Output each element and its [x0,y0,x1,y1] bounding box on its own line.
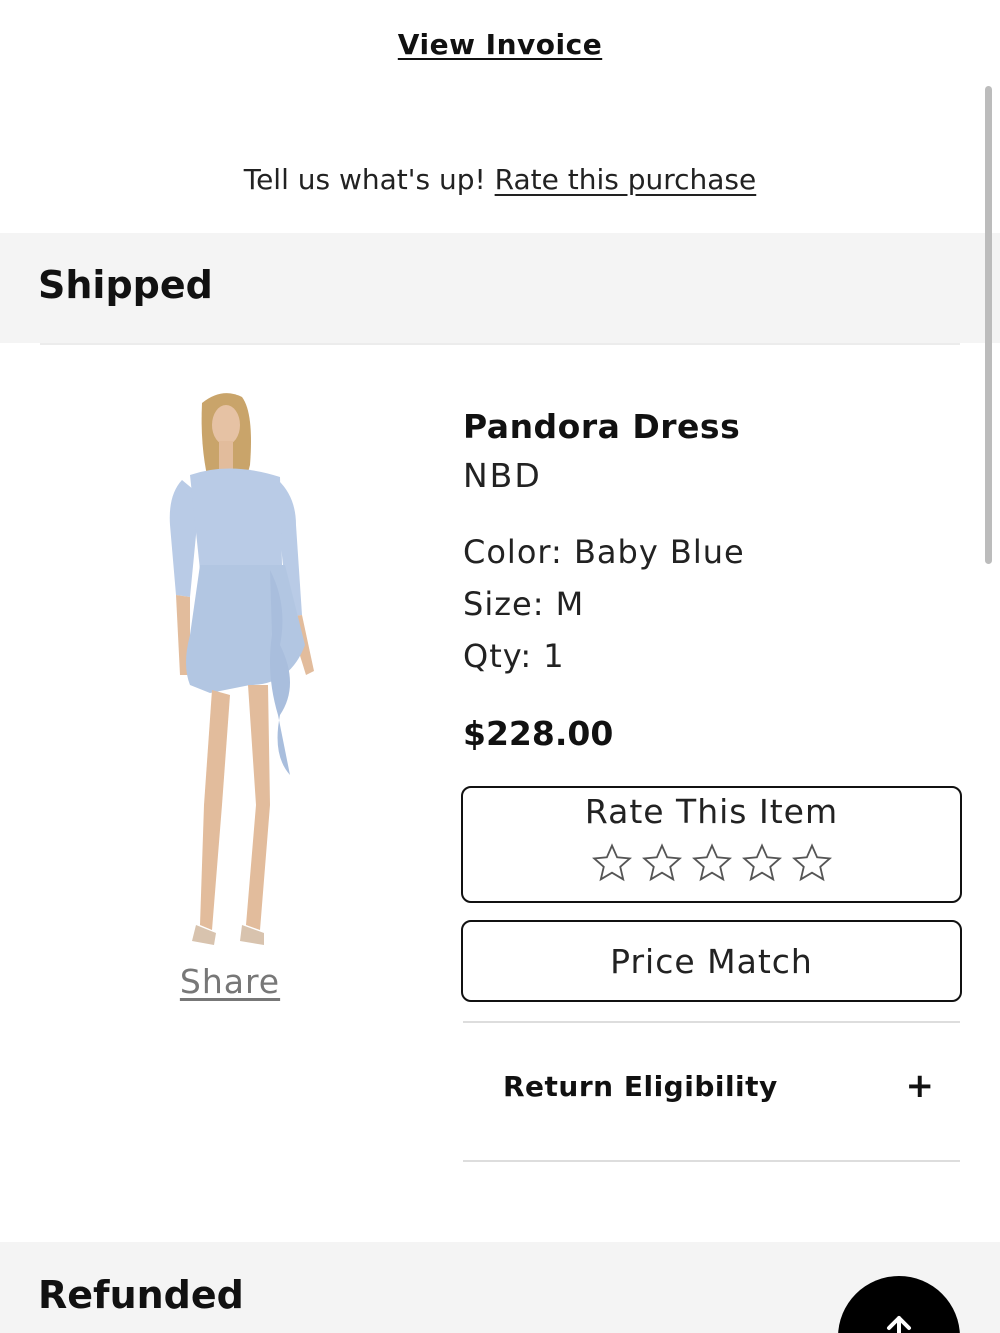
rate-purchase-link[interactable]: Rate this purchase [495,163,757,196]
rate-item-label: Rate This Item [584,792,839,831]
rate-item-box: Rate This Item [461,786,962,903]
scrollbar[interactable] [985,86,992,564]
return-eligibility-toggle[interactable]: Return Eligibility + [463,1060,960,1130]
divider [40,343,960,345]
star-icon[interactable] [639,841,685,885]
star-rating [463,841,960,885]
share-link[interactable]: Share [130,962,330,1001]
shipped-section-header: Shipped [0,233,1000,343]
return-eligibility-label: Return Eligibility [503,1070,778,1103]
divider [463,1160,960,1162]
plus-icon[interactable]: + [906,1066,935,1106]
view-invoice-link[interactable]: View Invoice [0,28,1000,61]
product-brand: NBD [463,456,542,495]
product-image[interactable] [130,385,360,960]
star-icon[interactable] [589,841,635,885]
price-match-button[interactable]: Price Match [461,920,962,1002]
refunded-title: Refunded [38,1273,244,1317]
divider [463,1021,960,1023]
rate-purchase-prompt: Tell us what's up! Rate this purchase [0,163,1000,196]
product-size: Size: M [463,585,585,623]
star-icon[interactable] [739,841,785,885]
product-price: $228.00 [463,714,614,753]
star-icon[interactable] [689,841,735,885]
shipped-title: Shipped [38,263,213,307]
arrow-up-icon [887,1316,911,1333]
product-name: Pandora Dress [463,407,741,446]
product-color: Color: Baby Blue [463,533,745,571]
rate-prompt-text: Tell us what's up! [243,163,486,196]
star-icon[interactable] [789,841,835,885]
product-qty: Qty: 1 [463,637,565,675]
